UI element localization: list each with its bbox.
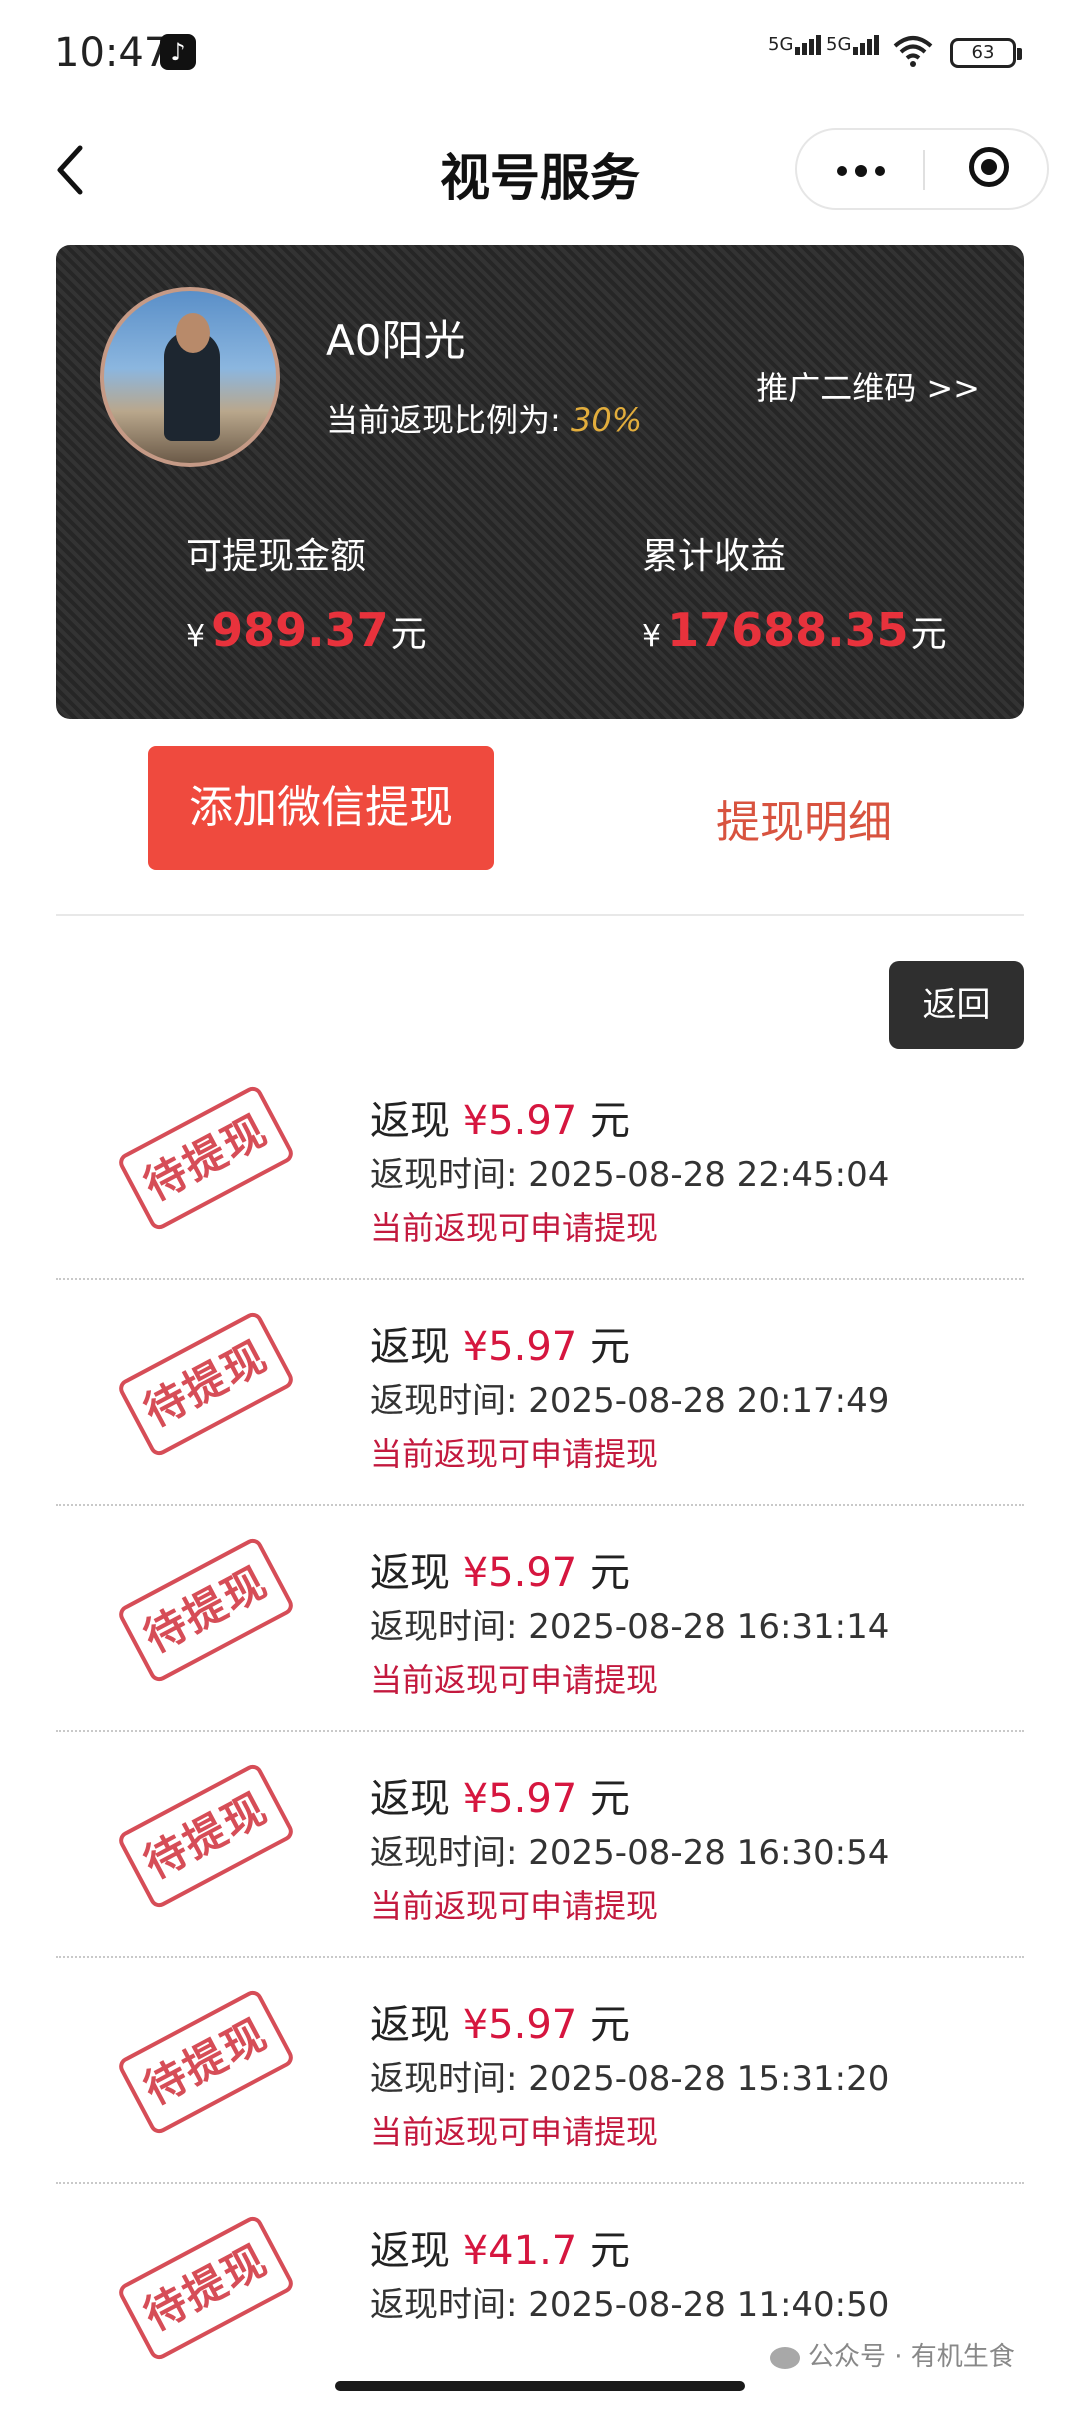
record-time: 返现时间: 2025-08-28 20:17:49 bbox=[370, 1381, 890, 1421]
return-button[interactable]: 返回 bbox=[889, 961, 1024, 1049]
ratio-label: 当前返现比例为: bbox=[326, 401, 561, 439]
record-time: 返现时间: 2025-08-28 16:30:54 bbox=[370, 1833, 890, 1873]
pending-stamp: 待提现 bbox=[115, 1761, 297, 1911]
dotted-separator bbox=[56, 1956, 1024, 1958]
wifi-icon bbox=[893, 36, 933, 67]
record-amount: ¥41.7 bbox=[462, 2228, 578, 2274]
promo-qrcode-link[interactable]: 推广二维码 >> bbox=[756, 363, 980, 409]
record-amount: ¥5.97 bbox=[462, 2002, 578, 2048]
list-item: 待提现 返现 ¥5.97 元 返现时间: 2025-08-28 22:45:04… bbox=[0, 1060, 1080, 1292]
mini-program-capsule bbox=[795, 128, 1049, 210]
add-wechat-withdraw-button[interactable]: 添加微信提现 bbox=[148, 746, 494, 870]
pending-stamp: 待提现 bbox=[115, 1083, 297, 1233]
wechat-official-icon bbox=[770, 2346, 800, 2369]
withdrawable-amount: ¥989.37元 bbox=[186, 603, 427, 657]
cashback-ratio: 当前返现比例为: 30% bbox=[326, 395, 642, 441]
record-amount: ¥5.97 bbox=[462, 1098, 578, 1144]
tiktok-icon: ♪ bbox=[160, 34, 196, 70]
record-status: 当前返现可申请提现 bbox=[370, 2113, 659, 2151]
home-indicator[interactable] bbox=[335, 2381, 745, 2391]
divider bbox=[56, 914, 1024, 916]
more-icon[interactable] bbox=[797, 130, 923, 210]
user-name: A0阳光 bbox=[326, 316, 466, 365]
record-time: 返现时间: 2025-08-28 11:40:50 bbox=[370, 2285, 890, 2325]
total-earnings-label: 累计收益 bbox=[642, 536, 787, 577]
pending-stamp: 待提现 bbox=[115, 1987, 297, 2137]
record-status: 当前返现可申请提现 bbox=[370, 1661, 659, 1699]
dotted-separator bbox=[56, 1278, 1024, 1280]
ratio-value: 30% bbox=[570, 401, 643, 439]
pending-stamp: 待提现 bbox=[115, 1309, 297, 1459]
record-time: 返现时间: 2025-08-28 16:31:14 bbox=[370, 1607, 890, 1647]
record-status: 当前返现可申请提现 bbox=[370, 1209, 659, 1247]
avatar bbox=[100, 287, 280, 467]
status-time: 10:47 bbox=[54, 30, 170, 76]
pending-stamp: 待提现 bbox=[115, 2213, 297, 2363]
status-bar: 10:47 ♪ 5G 5G 63 bbox=[0, 0, 1080, 110]
list-item: 待提现 返现 ¥5.97 元 返现时间: 2025-08-28 16:30:54… bbox=[0, 1738, 1080, 1970]
pending-stamp: 待提现 bbox=[115, 1535, 297, 1685]
list-item: 待提现 返现 ¥5.97 元 返现时间: 2025-08-28 20:17:49… bbox=[0, 1286, 1080, 1518]
record-status: 当前返现可申请提现 bbox=[370, 1887, 659, 1925]
record-amount: ¥5.97 bbox=[462, 1550, 578, 1596]
record-time: 返现时间: 2025-08-28 22:45:04 bbox=[370, 1155, 890, 1195]
dotted-separator bbox=[56, 2182, 1024, 2184]
record-amount: ¥5.97 bbox=[462, 1776, 578, 1822]
list-item: 待提现 返现 ¥5.97 元 返现时间: 2025-08-28 16:31:14… bbox=[0, 1512, 1080, 1744]
close-miniprogram-icon[interactable] bbox=[925, 130, 1049, 210]
battery-icon: 63 bbox=[950, 38, 1022, 68]
dotted-separator bbox=[56, 1504, 1024, 1506]
watermark: 公众号 · 有机生食 bbox=[770, 2336, 1015, 2373]
nav-bar: 视号服务 bbox=[0, 110, 1080, 230]
total-earnings-amount: ¥17688.35元 bbox=[642, 603, 947, 657]
signal-icon-2: 5G bbox=[826, 34, 881, 55]
signal-icon-1: 5G bbox=[768, 34, 823, 55]
withdrawable-label: 可提现金额 bbox=[186, 536, 367, 577]
dotted-separator bbox=[56, 1730, 1024, 1732]
list-item: 待提现 返现 ¥5.97 元 返现时间: 2025-08-28 15:31:20… bbox=[0, 1964, 1080, 2196]
record-amount: ¥5.97 bbox=[462, 1324, 578, 1370]
record-status: 当前返现可申请提现 bbox=[370, 1435, 659, 1473]
record-time: 返现时间: 2025-08-28 15:31:20 bbox=[370, 2059, 890, 2099]
withdraw-detail-link[interactable]: 提现明细 bbox=[716, 786, 892, 850]
account-card: A0阳光 当前返现比例为: 30% 推广二维码 >> 可提现金额 ¥989.37… bbox=[56, 245, 1024, 719]
